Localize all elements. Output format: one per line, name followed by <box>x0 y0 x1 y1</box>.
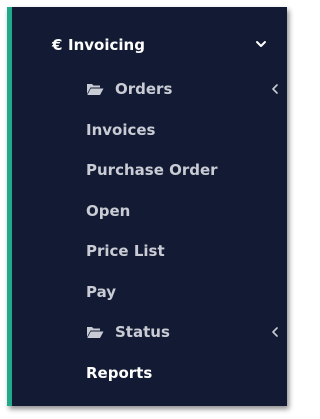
folder-open-icon <box>87 84 104 95</box>
euro-icon: € <box>52 36 63 54</box>
menu-item-label-purchase-order: Purchase Order <box>86 161 218 179</box>
menu-item-invoices[interactable]: Invoices <box>12 115 287 145</box>
menu-item-pay[interactable]: Pay <box>12 277 287 307</box>
menu-header-title: Invoicing <box>68 36 145 54</box>
sidebar-menu: € Invoicing Orders Invoices Purchase Ord… <box>7 7 287 406</box>
menu-item-price-list[interactable]: Price List <box>12 236 287 266</box>
menu-item-label-pay: Pay <box>86 283 117 301</box>
chevron-down-icon[interactable] <box>255 38 267 50</box>
menu-item-open[interactable]: Open <box>12 196 287 226</box>
menu-item-purchase-order[interactable]: Purchase Order <box>12 155 287 185</box>
menu-item-label-open: Open <box>86 202 131 220</box>
menu-item-label-reports: Reports <box>86 364 153 382</box>
menu-item-label-status: Status <box>115 323 170 341</box>
menu-item-label-invoices: Invoices <box>86 121 156 139</box>
menu-item-status[interactable]: Status <box>12 317 287 347</box>
menu-item-reports[interactable]: Reports <box>12 358 287 388</box>
chevron-left-icon[interactable] <box>271 327 279 337</box>
menu-item-label-price-list: Price List <box>86 242 165 260</box>
chevron-left-icon[interactable] <box>271 84 279 94</box>
menu-item-orders[interactable]: Orders <box>12 74 287 104</box>
folder-open-icon <box>87 327 104 338</box>
menu-header-invoicing[interactable]: € Invoicing <box>12 25 287 65</box>
menu-item-label-orders: Orders <box>115 80 173 98</box>
